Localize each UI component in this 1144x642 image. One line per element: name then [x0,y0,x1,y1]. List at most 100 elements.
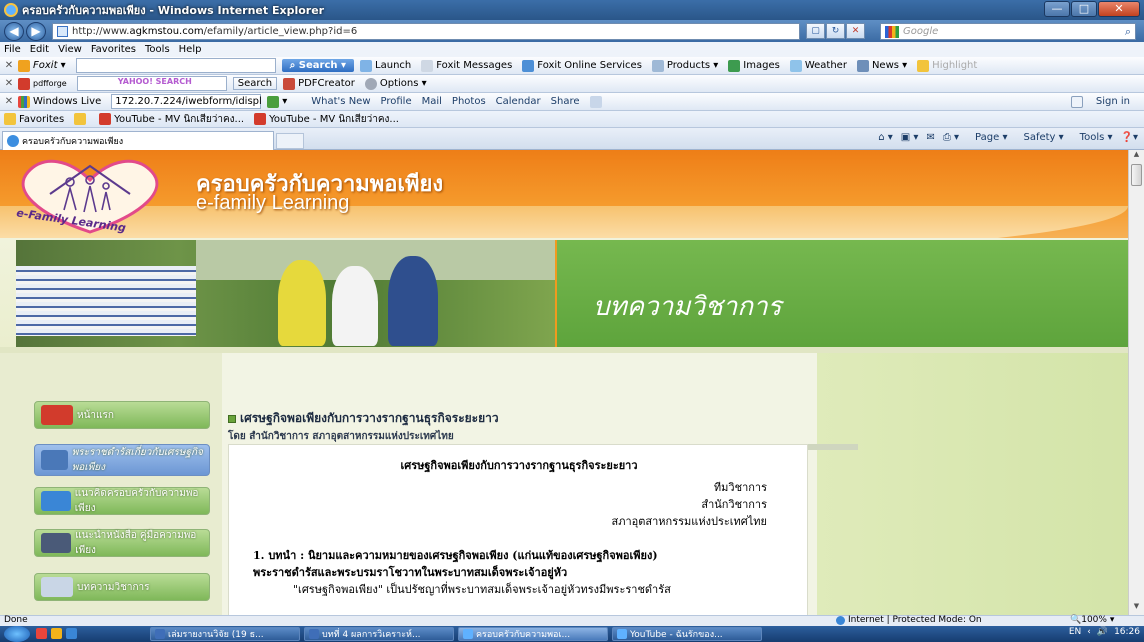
foxit-search-input[interactable] [75,58,276,73]
page-scrollbar[interactable]: ▲ ▼ [1128,150,1144,615]
scroll-down-arrow[interactable]: ▼ [1129,602,1144,615]
compat-view-icon[interactable]: ▢ [806,23,825,39]
clock[interactable]: 16:26 [1114,627,1140,637]
foxit-news[interactable]: News ▾ [856,59,907,72]
foxit-launch[interactable]: Launch [360,59,411,72]
home-icon[interactable]: ⌂ ▾ [878,132,893,143]
close-toolbar-icon[interactable]: ✕ [0,96,18,107]
language-indicator[interactable]: EN [1069,627,1081,637]
close-button[interactable]: ✕ [1098,1,1140,17]
feeds-icon[interactable]: ▣ ▾ [901,132,919,143]
maximize-button[interactable]: □ [1071,1,1097,17]
mail-icon[interactable]: ✉ [926,132,934,143]
live-whats-new[interactable]: What's New [311,96,370,107]
gear-icon [364,77,377,90]
favorite-link-1[interactable]: YouTube - MV นิกเสียว่าคง... [99,112,244,127]
close-toolbar-icon[interactable]: ✕ [0,60,18,71]
page-menu[interactable]: Page ▾ [967,132,1007,143]
menu-favorites[interactable]: Favorites [91,44,136,55]
address-tools: ▢ ↻ ✕ [806,23,866,39]
taskbar-item-2[interactable]: บทที่ 4 ผลการวิเคราะห์... [304,627,454,641]
live-more-icon[interactable] [589,95,605,108]
back-button[interactable]: ◀ [4,22,24,41]
security-zone[interactable]: Internet | Protected Mode: On [836,615,982,625]
sidebar-item-articles[interactable]: บทความวิชาการ [34,573,210,601]
zoom-level[interactable]: 🔍100% ▾ [1070,615,1114,625]
opera-icon[interactable] [36,628,47,639]
menu-tools[interactable]: Tools [145,44,170,55]
favorites-button[interactable]: Favorites [4,113,64,125]
foxit-images[interactable]: Images [728,59,780,72]
sidebar-item-family-concept[interactable]: แนวคิดครอบครัวกับความพอเพียง [34,487,210,515]
person-blue-shirt [388,256,438,346]
foxit-products[interactable]: Products ▾ [651,59,718,72]
stop-icon[interactable]: ✕ [846,23,865,39]
foxit-icon [18,59,30,72]
help-icon[interactable]: ❓▾ [1121,132,1138,143]
taskbar-item-4[interactable]: YouTube - ฉันรักของ... [612,627,762,641]
menu-help[interactable]: Help [179,44,202,55]
tab-title: ครอบครัวกับความพอเพียง [22,137,124,147]
live-profile[interactable]: Profile [381,96,412,107]
online-services-icon [522,59,535,72]
sign-in-link[interactable]: Sign in [1071,95,1130,108]
live-go-button[interactable]: ▾ [267,95,287,108]
bullet-icon [228,414,236,423]
banner-green-panel: บทความวิชาการ [557,240,1128,347]
search-placeholder[interactable]: Google [903,26,1125,37]
menu-edit[interactable]: Edit [30,44,49,55]
volume-icon[interactable]: 🔊 [1097,627,1108,637]
minimize-button[interactable]: — [1044,1,1070,17]
taskbar-item-1[interactable]: เล่มรายงานวิจัย (19 ธ... [150,627,300,641]
foxit-weather[interactable]: Weather [789,59,847,72]
foxit-messages[interactable]: Foxit Messages [421,59,512,72]
windows-live-brand[interactable]: Windows Live [18,95,101,108]
live-share[interactable]: Share [551,96,580,107]
search-icon[interactable]: ⌕ [1125,25,1131,39]
live-search-input[interactable]: 172.20.7.224/iwebform/idispl [111,94,262,109]
scroll-thumb[interactable] [1131,164,1142,186]
menu-view[interactable]: View [58,44,82,55]
tray-expand-icon[interactable]: ‹ [1087,627,1091,637]
search-box[interactable]: Google ⌕ [880,23,1136,40]
print-icon[interactable]: ⎙ ▾ [943,132,959,143]
taskbar: เล่มรายงานวิจัย (19 ธ... บทที่ 4 ผลการวิ… [0,626,1144,642]
yahoo-search-input[interactable]: YAHOO! SEARCH [76,76,227,91]
sidebar-item-royal-speech[interactable]: พระราชดำรัสเกี่ยวกับเศรษฐกิจพอเพียง [34,444,210,476]
account-icon [1071,95,1084,108]
start-button[interactable] [4,626,30,642]
yahoo-search-button[interactable]: Search [232,77,278,90]
scroll-up-arrow[interactable]: ▲ [1129,150,1144,163]
word-icon [155,629,165,639]
sidebar-item-book-guide[interactable]: แนะนำหนังสือ คู่มือความพอเพียง [34,529,210,557]
foxit-brand[interactable]: Foxit ▾ [18,59,66,72]
menu-file[interactable]: File [4,44,21,55]
address-bar[interactable]: http://www.agkmstou.com/efamily/article_… [52,23,800,40]
close-toolbar-icon[interactable]: ✕ [0,78,18,89]
ie-icon[interactable] [66,628,77,639]
options-button[interactable]: Options ▾ [364,77,427,90]
pdfforge-brand[interactable]: pdfforge [18,77,67,90]
add-favorite-icon[interactable] [74,113,89,125]
favorite-link-2[interactable]: YouTube - MV นิกเสียว่าคง... [254,112,399,127]
foxit-highlight[interactable]: Highlight [917,59,977,72]
sidebar-item-home[interactable]: หน้าแรก [34,401,210,429]
tools-menu[interactable]: Tools ▾ [1072,132,1113,143]
safety-menu[interactable]: Safety ▾ [1015,132,1063,143]
address-url[interactable]: http://www.agkmstou.com/efamily/article_… [72,26,357,37]
live-mail[interactable]: Mail [422,96,442,107]
pdfcreator-button[interactable]: PDFCreator [283,77,355,90]
news-icon [856,59,869,72]
article-heading: เศรษฐกิจพอเพียงกับการวางรากฐานธุรกิจระยะ… [228,409,818,428]
pdfforge-toolbar: ✕ pdfforge YAHOO! SEARCH Search PDFCreat… [0,75,1144,93]
forward-button[interactable]: ▶ [26,22,46,41]
foxit-search-button[interactable]: ⌕ Search ▾ [281,59,355,72]
refresh-icon[interactable]: ↻ [826,23,845,39]
live-photos[interactable]: Photos [452,96,486,107]
tab-active[interactable]: ครอบครัวกับความพอเพียง [2,131,274,150]
foxit-online-services[interactable]: Foxit Online Services [522,59,642,72]
new-tab-button[interactable] [276,133,304,149]
live-calendar[interactable]: Calendar [496,96,541,107]
taskbar-item-3[interactable]: ครอบครัวกับความพอเ... [458,627,608,641]
folder-icon[interactable] [51,628,62,639]
